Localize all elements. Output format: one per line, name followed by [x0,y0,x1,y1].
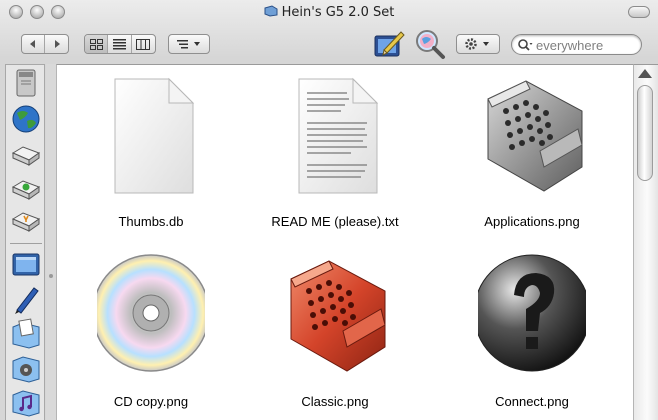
file-icon-grid: Thumbs.db READ ME (please).txt Applicati… [56,64,633,420]
folder-title-icon [264,5,278,17]
sidebar-item-music[interactable] [9,385,43,417]
connect-question-icon [478,254,586,372]
splitter-handle[interactable] [49,274,53,278]
file-item[interactable]: Classic.png [245,245,425,417]
sidebar-divider [10,243,42,244]
sidebar-item-disk-orange[interactable] [9,205,43,237]
icon-view-button[interactable] [85,35,109,53]
computer-tower-icon [16,69,36,97]
pen-icon [15,287,39,314]
music-folder-icon [12,390,40,417]
file-label: Applications.png [484,214,580,229]
sidebar-item-pen[interactable] [9,283,43,315]
search-input[interactable] [536,37,636,53]
window-title-text: Hein's G5 2.0 Set [281,5,395,20]
file-item[interactable]: READ ME (please).txt [245,65,425,237]
search-field[interactable] [511,34,642,55]
list-view-button[interactable] [108,35,132,53]
cd-icon [97,254,205,372]
sidebar [5,64,45,420]
magnifier-globe-icon [416,30,445,59]
file-label: Connect.png [495,394,569,409]
pencil-drawing-icon [374,31,405,57]
text-document-icon [298,77,379,194]
file-item[interactable]: CD copy.png [61,245,241,417]
disk-green-icon [11,180,41,200]
back-forward-control [21,34,69,54]
sidebar-item-disk-green[interactable] [9,173,43,205]
arrange-icon [177,40,200,49]
toolbar-toggle-button[interactable] [628,6,650,18]
file-item[interactable]: Connect.png [442,245,622,417]
view-mode-control [84,34,156,54]
forward-arrow-icon [54,40,60,48]
magnifier-globe-button[interactable] [413,28,447,60]
vertical-scrollbar[interactable] [633,64,658,420]
icon-view-icon [89,38,103,50]
applications-folder-icon [487,80,583,192]
hard-drive-icon [11,146,41,166]
arrange-button[interactable] [168,34,210,54]
sidebar-item-movies[interactable] [9,351,43,383]
scroll-up-arrow-icon[interactable] [638,69,652,78]
sidebar-splitter[interactable] [46,64,56,420]
finder-window: Hein's G5 2.0 Set everywhere Thumbs.db R… [0,0,658,420]
search-icon [518,39,533,51]
file-item[interactable]: Thumbs.db [61,65,241,237]
scrollbar-thumb[interactable] [637,85,653,181]
globe-icon [12,105,40,133]
file-label: Thumbs.db [118,214,184,229]
file-label: CD copy.png [113,394,189,409]
back-button[interactable] [22,35,46,53]
sidebar-item-disk[interactable] [9,139,43,171]
column-view-icon [136,38,151,50]
forward-button[interactable] [45,35,68,53]
pencil-drawing-button[interactable] [372,28,406,60]
window-title: Hein's G5 2.0 Set [0,5,658,20]
column-view-button[interactable] [132,35,155,53]
movies-folder-icon [12,356,40,383]
sidebar-item-desktop[interactable] [9,249,43,281]
sidebar-item-documents[interactable] [9,317,43,349]
disk-orange-icon [11,212,41,232]
back-arrow-icon [30,40,35,48]
classic-folder-icon [290,260,386,372]
action-menu-inner [457,35,499,53]
title-bar: Hein's G5 2.0 Set [0,0,658,24]
file-label: READ ME (please).txt [271,214,399,229]
list-view-icon [113,38,127,49]
gear-icon [465,38,489,50]
sidebar-item-computer[interactable] [9,67,43,99]
file-item[interactable]: Applications.png [442,65,622,237]
arrange-button-inner [169,35,209,53]
action-menu-button[interactable] [456,34,500,54]
desktop-monitor-icon [12,253,40,276]
file-label: Classic.png [301,394,369,409]
toolbar [0,24,658,64]
blank-document-icon [114,77,195,194]
sidebar-item-network[interactable] [9,103,43,135]
documents-folder-icon [12,318,40,349]
